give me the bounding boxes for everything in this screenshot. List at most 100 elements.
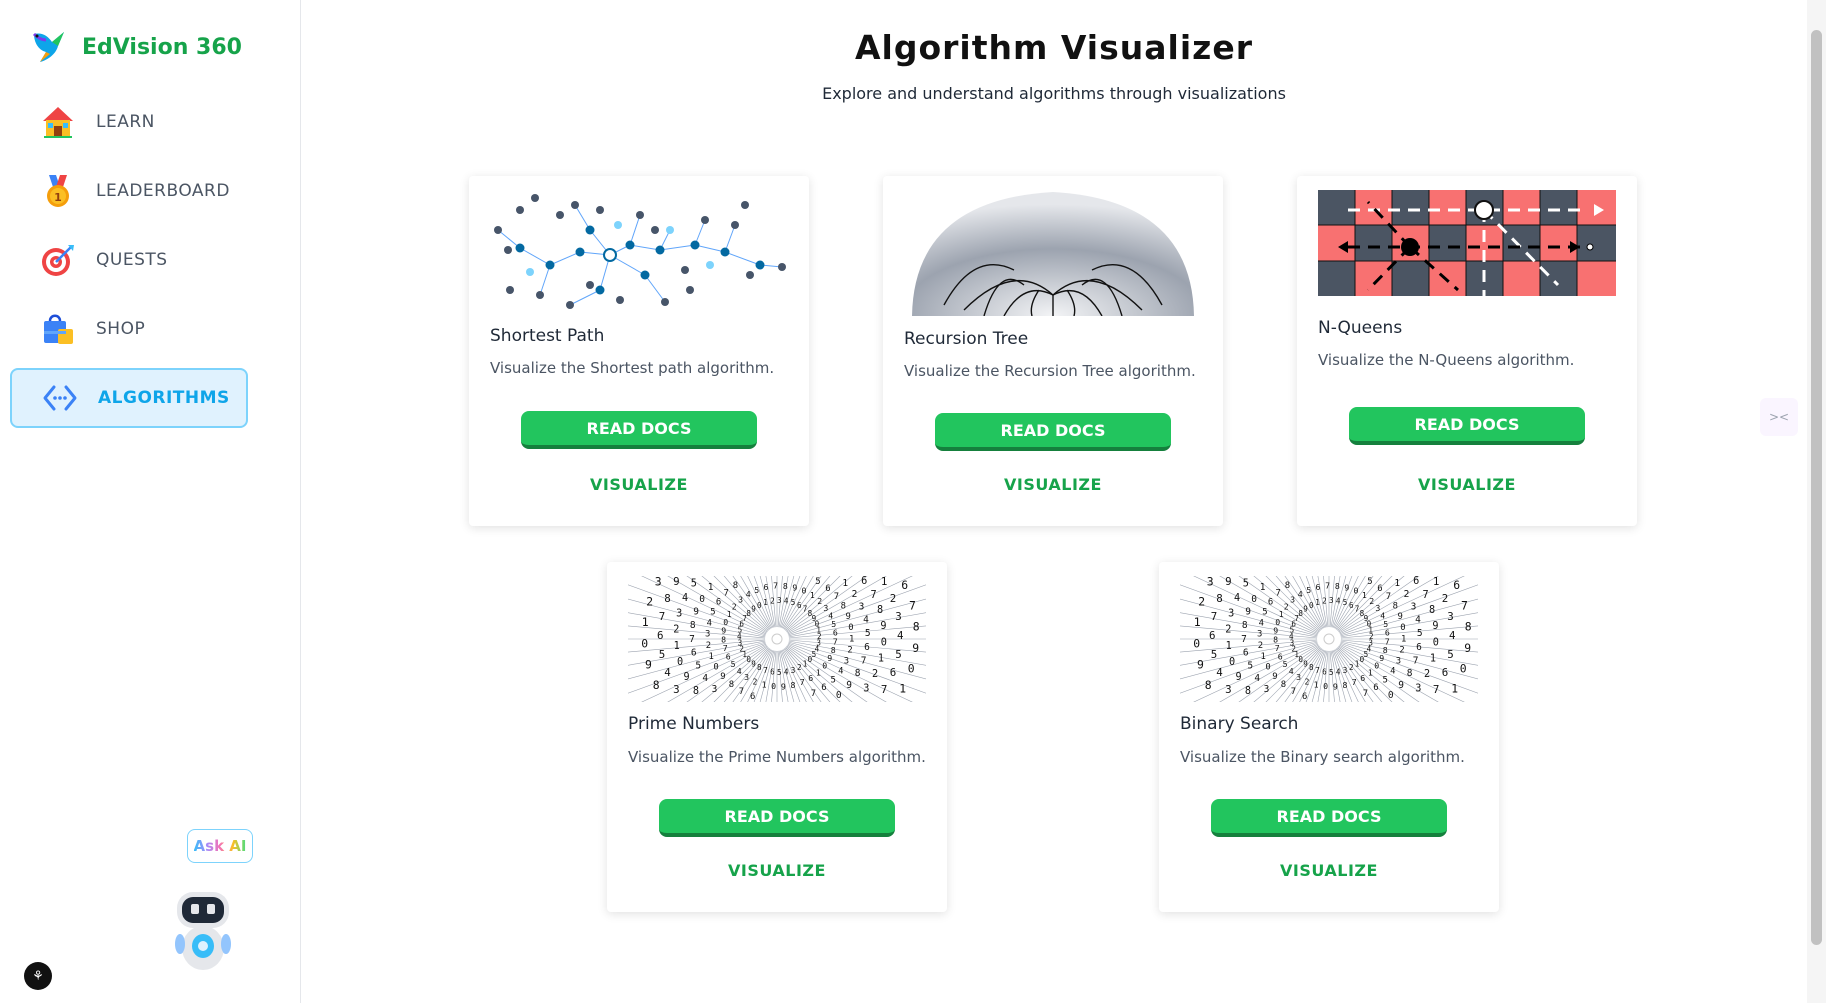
svg-text:4: 4	[702, 673, 708, 684]
svg-text:1: 1	[708, 582, 714, 593]
svg-text:8: 8	[877, 605, 883, 616]
svg-text:0: 0	[836, 690, 842, 701]
svg-text:6: 6	[1377, 584, 1382, 594]
read-docs-button[interactable]: READ DOCS	[659, 799, 895, 837]
svg-text:2: 2	[1404, 589, 1410, 600]
svg-text:7: 7	[1433, 683, 1440, 696]
sidebar-item-learn[interactable]: LEARN	[10, 92, 248, 152]
svg-text:7: 7	[834, 592, 839, 602]
svg-text:6: 6	[1360, 673, 1365, 683]
ask-ai-button[interactable]: Ask AI	[187, 829, 253, 863]
svg-text:3: 3	[895, 610, 902, 623]
sidebar-item-leaderboard[interactable]: 1 LEADERBOARD	[10, 161, 248, 221]
svg-text:9: 9	[1245, 607, 1251, 618]
svg-text:3: 3	[1329, 596, 1334, 605]
svg-text:0: 0	[1323, 681, 1328, 691]
svg-text:3: 3	[863, 683, 869, 694]
svg-text:8: 8	[1309, 663, 1314, 672]
svg-text:7: 7	[1461, 598, 1468, 612]
svg-text:6: 6	[1243, 648, 1249, 659]
visualize-button[interactable]: VISUALIZE	[1159, 860, 1499, 881]
svg-text:8: 8	[693, 686, 699, 697]
svg-text:6: 6	[764, 582, 769, 592]
svg-text:7: 7	[723, 643, 728, 653]
svg-text:2: 2	[770, 597, 775, 606]
svg-text:7: 7	[861, 656, 867, 667]
svg-text:1: 1	[1362, 590, 1367, 600]
collapse-panel-icon[interactable]: ><	[1760, 398, 1798, 436]
svg-text:2: 2	[1225, 625, 1231, 636]
svg-text:4: 4	[1415, 615, 1421, 626]
robot-assistant-icon[interactable]	[170, 888, 236, 978]
sidebar-item-label: QUESTS	[96, 250, 168, 270]
visualize-button[interactable]: VISUALIZE	[883, 474, 1223, 495]
svg-text:7: 7	[1211, 610, 1218, 623]
svg-text:0: 0	[1388, 690, 1394, 701]
recursion-tree-image	[904, 190, 1202, 317]
card-title: N-Queens	[1318, 318, 1403, 338]
sidebar-item-shop[interactable]: SHOP	[10, 299, 248, 359]
svg-text:9: 9	[781, 681, 786, 691]
svg-text:7: 7	[1291, 687, 1296, 697]
svg-text:4: 4	[664, 666, 671, 679]
svg-text:3: 3	[1411, 601, 1417, 612]
footer-logo-icon[interactable]: ⚘	[24, 962, 52, 990]
svg-text:2: 2	[890, 592, 897, 605]
svg-text:8: 8	[1216, 592, 1223, 605]
sidebar-item-algorithms[interactable]: ALGORITHMS	[10, 368, 248, 428]
read-docs-button[interactable]: READ DOCS	[935, 413, 1171, 451]
svg-text:8: 8	[1245, 686, 1251, 697]
read-docs-button[interactable]: READ DOCS	[1349, 407, 1585, 445]
svg-text:4: 4	[1449, 629, 1456, 642]
svg-text:1: 1	[1451, 682, 1458, 696]
app-name: EdVision 360	[82, 34, 242, 60]
svg-text:8: 8	[1273, 635, 1278, 645]
svg-text:9: 9	[912, 641, 919, 655]
svg-text:3: 3	[673, 683, 680, 696]
svg-text:7: 7	[811, 689, 816, 699]
svg-text:9: 9	[1236, 672, 1242, 683]
svg-text:0: 0	[1265, 662, 1270, 672]
svg-text:5: 5	[754, 585, 759, 595]
svg-text:2: 2	[797, 663, 802, 672]
svg-text:6: 6	[890, 666, 897, 679]
svg-text:7: 7	[659, 610, 666, 623]
svg-text:2: 2	[1322, 597, 1327, 606]
svg-text:8: 8	[1465, 620, 1472, 634]
read-docs-button[interactable]: READ DOCS	[521, 411, 757, 449]
svg-text:8: 8	[1335, 581, 1340, 591]
svg-text:5: 5	[659, 648, 666, 661]
svg-text:5: 5	[777, 668, 782, 677]
svg-text:2: 2	[706, 641, 711, 651]
svg-text:6: 6	[864, 642, 870, 653]
visualize-button[interactable]: VISUALIZE	[469, 474, 809, 495]
svg-text:4: 4	[1390, 666, 1395, 676]
brand[interactable]: EdVision 360	[28, 24, 242, 70]
svg-text:1: 1	[1314, 679, 1319, 689]
algorithm-card-recursion-tree: Recursion Tree Visualize the Recursion T…	[883, 176, 1223, 526]
svg-text:2: 2	[1198, 594, 1205, 608]
visualize-button[interactable]: VISUALIZE	[1297, 474, 1637, 495]
svg-text:0: 0	[677, 657, 683, 668]
svg-text:5: 5	[1417, 628, 1423, 639]
scrollbar[interactable]	[1807, 0, 1826, 1003]
svg-text:9: 9	[1225, 576, 1232, 588]
card-description: Visualize the Shortest path algorithm.	[490, 359, 775, 377]
visualize-button[interactable]: VISUALIZE	[607, 860, 947, 881]
svg-text:3: 3	[705, 630, 710, 640]
svg-text:3: 3	[1207, 576, 1214, 588]
read-docs-button[interactable]: READ DOCS	[1211, 799, 1447, 837]
svg-text:2: 2	[1399, 646, 1404, 656]
svg-text:8: 8	[791, 680, 796, 690]
svg-text:8: 8	[690, 620, 696, 631]
svg-text:7: 7	[1423, 590, 1429, 601]
scrollbar-thumb[interactable]	[1811, 30, 1822, 945]
svg-text:4: 4	[1289, 666, 1294, 676]
svg-text:5: 5	[1211, 648, 1218, 661]
svg-text:1: 1	[642, 615, 649, 629]
svg-text:0: 0	[848, 623, 853, 633]
sidebar-item-quests[interactable]: QUESTS	[10, 230, 248, 290]
svg-text:2: 2	[1305, 676, 1310, 686]
svg-text:8: 8	[913, 620, 920, 634]
svg-text:8: 8	[733, 581, 738, 591]
